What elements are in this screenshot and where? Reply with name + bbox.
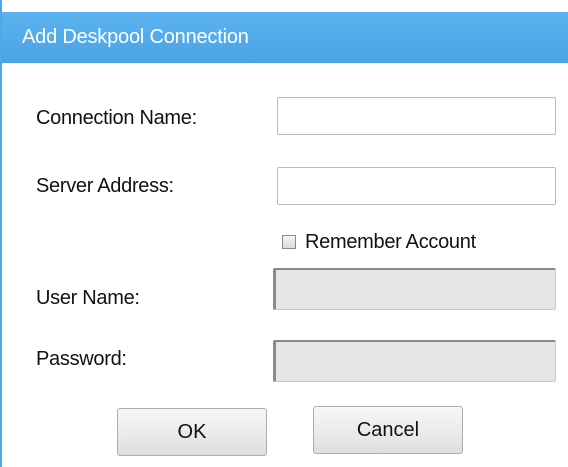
remember-account-label[interactable]: Remember Account — [305, 231, 476, 254]
user-name-label: User Name: — [36, 287, 140, 309]
remember-account-option[interactable]: Remember Account — [282, 230, 476, 254]
add-connection-dialog: Add Deskpool Connection Connection Name:… — [0, 0, 568, 467]
ok-button[interactable]: OK — [117, 408, 267, 456]
cancel-button[interactable]: Cancel — [313, 406, 463, 454]
user-name-input[interactable] — [273, 268, 556, 310]
password-input[interactable] — [273, 340, 556, 382]
dialog-title: Add Deskpool Connection — [2, 12, 568, 63]
server-address-input[interactable] — [277, 167, 556, 205]
connection-name-input[interactable] — [277, 97, 556, 135]
connection-name-label: Connection Name: — [36, 107, 197, 129]
remember-account-checkbox[interactable] — [282, 235, 296, 249]
password-label: Password: — [36, 348, 127, 370]
server-address-label: Server Address: — [36, 175, 174, 197]
